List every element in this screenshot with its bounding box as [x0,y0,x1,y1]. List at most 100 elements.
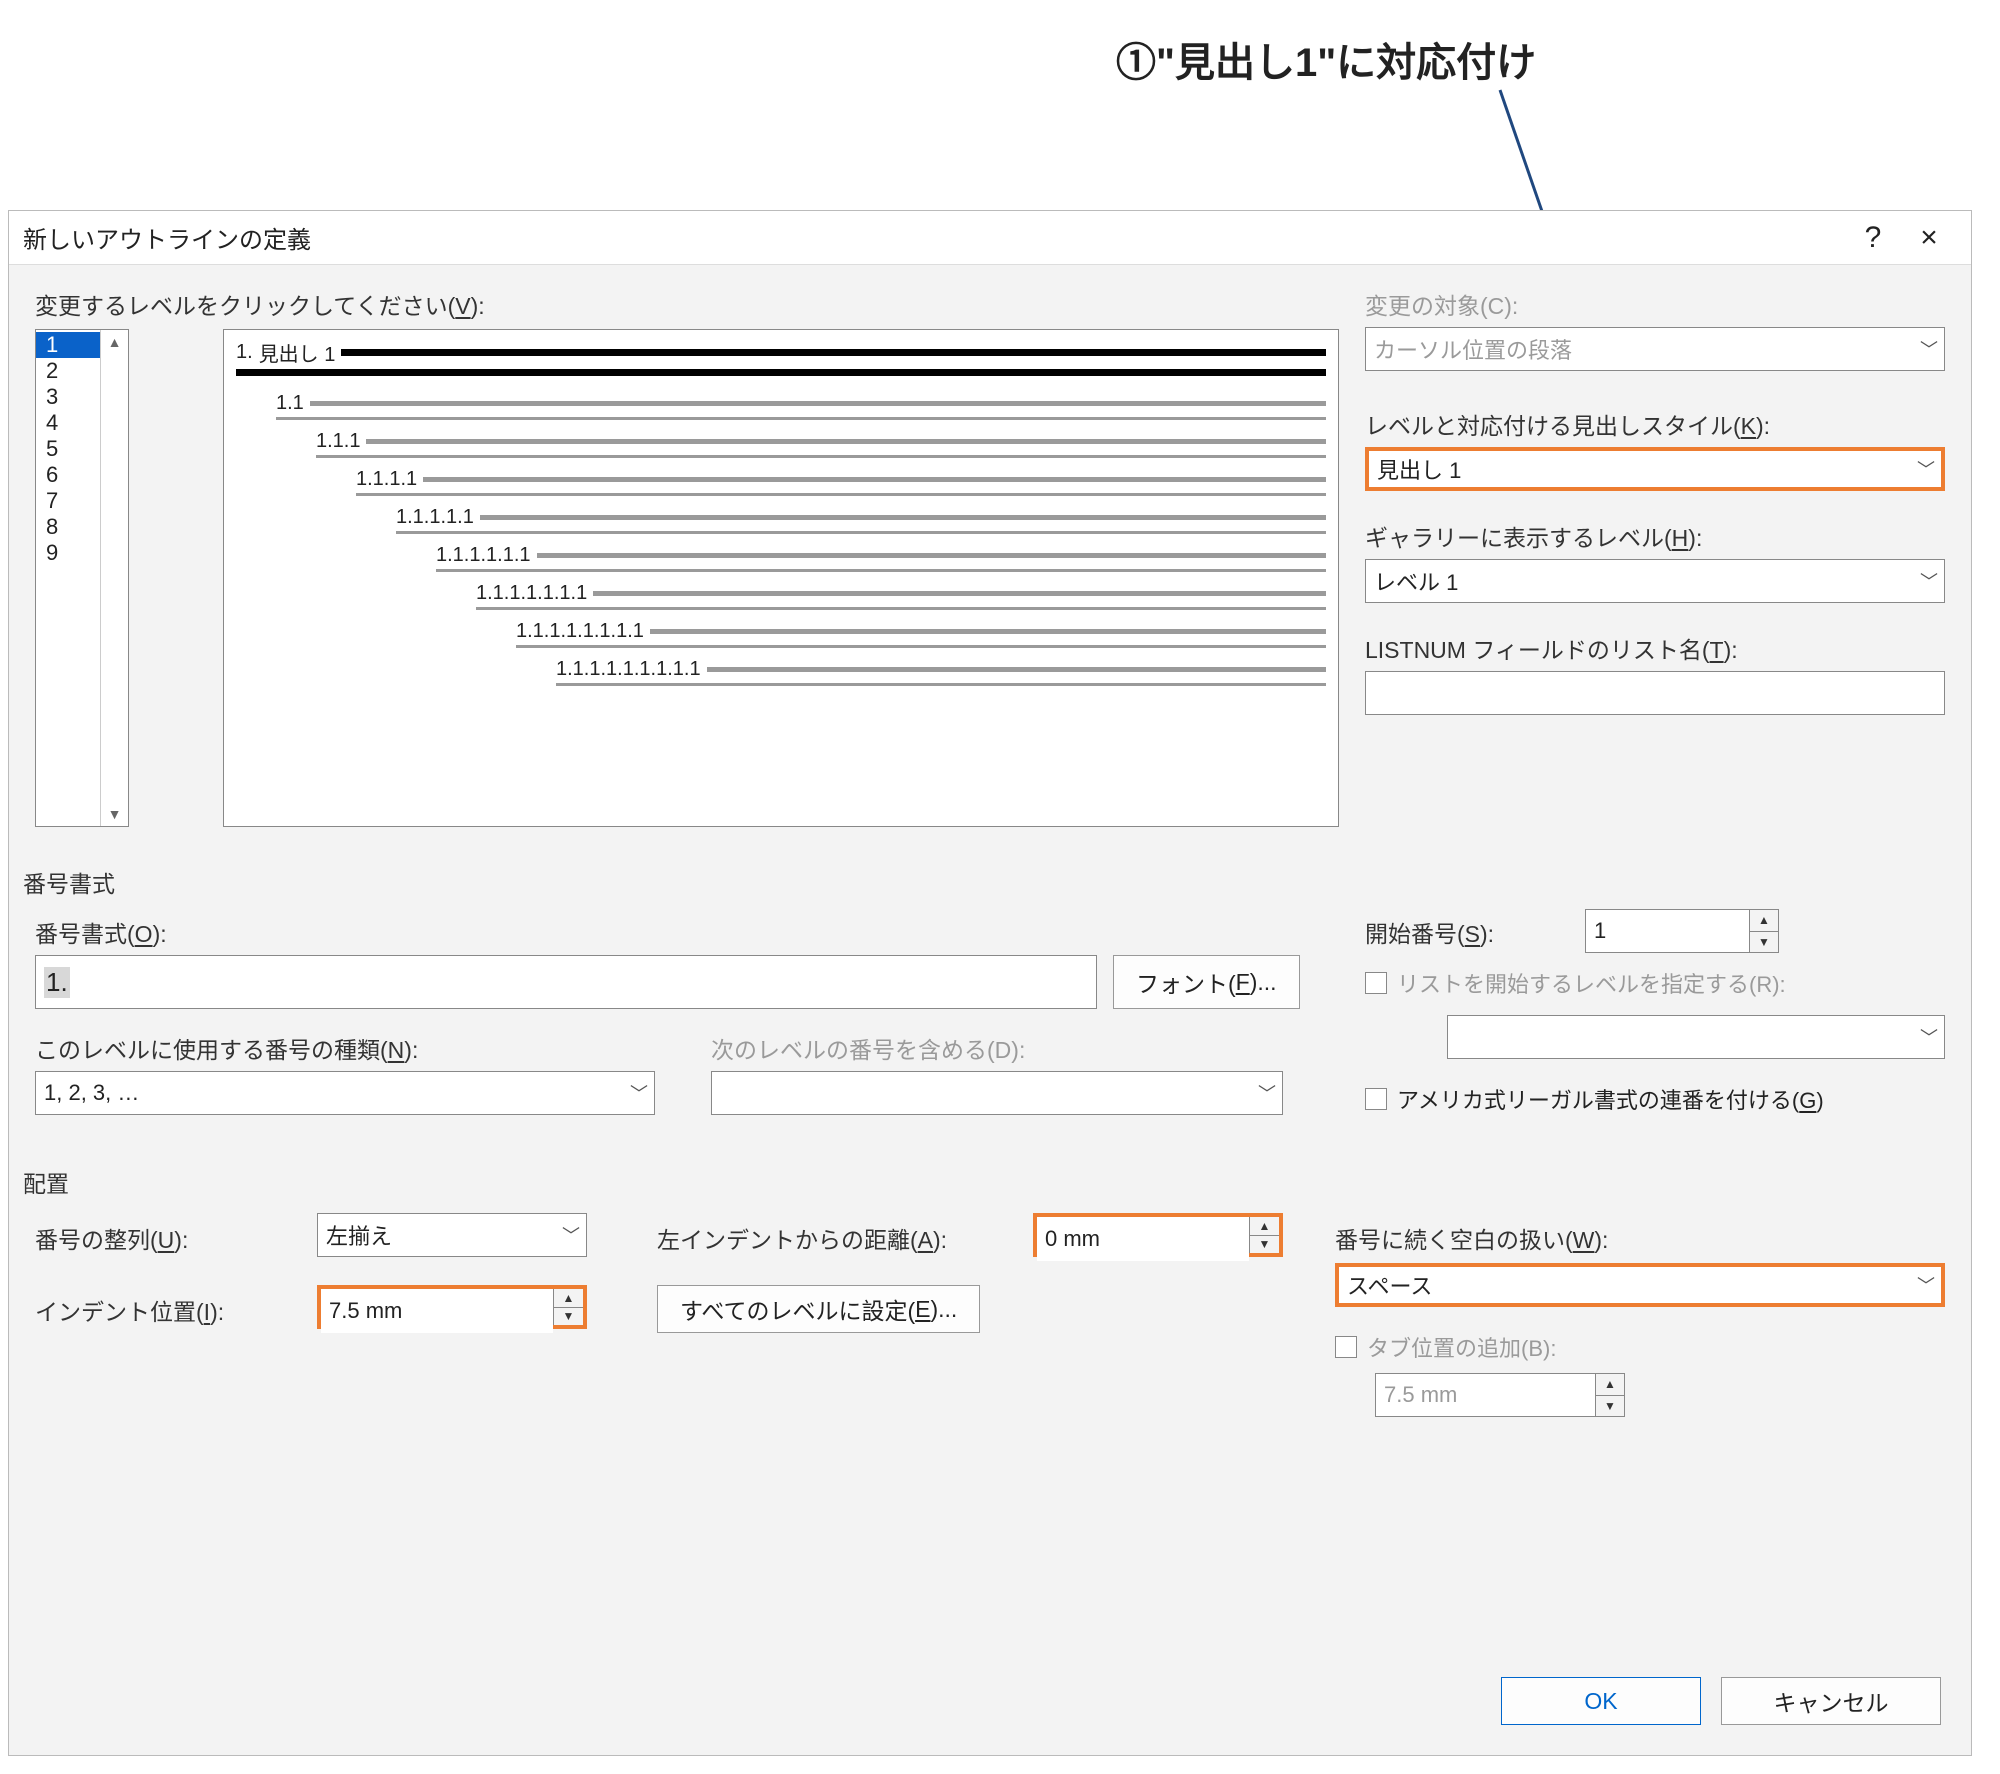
cancel-button[interactable]: キャンセル [1721,1677,1941,1725]
gallery-level-value: レベル 1 [1374,565,1458,597]
number-format-label: 番号書式(O): [35,915,167,949]
preview-line [516,645,1326,648]
indent-position-spinner[interactable]: 7.5 mm ▲▼ [317,1285,587,1329]
indent-position-value[interactable]: 7.5 mm [321,1289,553,1333]
tab-position-checkbox[interactable]: タブ位置の追加(B): [1335,1331,1556,1363]
preview-num-1: 1. [236,341,253,364]
preview-num-2: 1.1 [276,392,304,415]
chevron-down-icon: ﹀ [1917,456,1935,482]
link-style-label: レベルと対応付ける見出しスタイル(K): [1365,407,1945,441]
preview-head-1: 見出し 1 [259,338,336,367]
number-type-combo[interactable]: 1, 2, 3, … ﹀ [35,1071,655,1115]
level-item-8[interactable]: 8 [36,514,100,540]
spin-down-icon[interactable]: ▼ [1750,932,1778,953]
number-align-value: 左揃え [326,1219,392,1251]
link-style-combo[interactable]: 見出し 1 ﹀ [1365,447,1945,491]
tab-position-spinner[interactable]: 7.5 mm ▲▼ [1375,1373,1625,1417]
chevron-down-icon: ﹀ [1920,1024,1938,1050]
checkbox-box[interactable] [1365,972,1387,994]
chevron-down-icon: ﹀ [1920,336,1938,362]
font-button[interactable]: フォント(F)... [1113,955,1300,1009]
choose-level-label: 変更するレベルをクリックしてください(V): [35,287,485,321]
preview-line [396,531,1326,534]
close-button[interactable]: × [1901,218,1957,258]
number-align-label: 番号の整列(U): [35,1221,188,1255]
follow-number-value: スペース [1347,1269,1432,1301]
spin-up-icon[interactable]: ▲ [1750,910,1778,932]
link-style-value: 見出し 1 [1377,453,1461,485]
restart-level-checkbox[interactable]: リストを開始するレベルを指定する(R): [1365,967,1786,999]
preview-num-3: 1.1.1 [316,430,360,453]
preview-line [236,369,1326,376]
annotation-1: ①"見出し1"に対応付け [1116,30,1536,88]
change-target-label: 変更の対象(C): [1365,287,1945,321]
preview-line [537,553,1326,558]
level-item-3[interactable]: 3 [36,384,100,410]
level-item-7[interactable]: 7 [36,488,100,514]
preview-line [556,683,1326,686]
preview-num-4: 1.1.1.1 [356,468,417,491]
checkbox-box[interactable] [1365,1088,1387,1110]
level-item-2[interactable]: 2 [36,358,100,384]
listnum-input[interactable] [1365,671,1945,715]
follow-number-combo[interactable]: スペース ﹀ [1335,1263,1945,1307]
level-item-4[interactable]: 4 [36,410,100,436]
preview-num-7: 1.1.1.1.1.1.1 [476,582,587,605]
restart-level-combo[interactable]: ﹀ [1447,1015,1945,1059]
preview-num-6: 1.1.1.1.1.1 [436,544,531,567]
preview-line [650,629,1326,634]
number-type-label: このレベルに使用する番号の種類(N): [35,1031,418,1065]
help-button[interactable]: ? [1845,218,1901,258]
set-all-levels-button[interactable]: すべてのレベルに設定(E)... [657,1285,980,1333]
preview-line [436,569,1326,572]
start-number-value[interactable]: 1 [1585,909,1749,953]
number-align-combo[interactable]: 左揃え ﹀ [317,1213,587,1257]
scroll-down-icon[interactable]: ▼ [108,806,122,822]
scroll-up-icon[interactable]: ▲ [108,334,122,350]
spin-up-icon[interactable]: ▲ [1250,1217,1279,1236]
level-item-1[interactable]: 1 [36,332,100,358]
preview-line [476,607,1326,610]
define-new-outline-dialog: 新しいアウトラインの定義 ? × 変更するレベルをクリックしてください(V): … [8,210,1972,1756]
level-item-9[interactable]: 9 [36,540,100,566]
start-number-spinner[interactable]: 1 ▲▼ [1585,909,1779,953]
position-section: 配置 [23,1165,69,1199]
preview-line [310,401,1326,406]
dialog-content: 変更するレベルをクリックしてください(V): 1 2 3 4 5 6 7 8 9… [9,265,1971,1755]
level-scrollbar[interactable]: ▲ ▼ [100,330,128,826]
preview-line [593,591,1326,596]
preview-line [423,477,1326,482]
change-target-combo[interactable]: カーソル位置の段落 ﹀ [1365,327,1945,371]
spin-up-icon[interactable]: ▲ [1596,1374,1624,1396]
legal-numbering-checkbox[interactable]: アメリカ式リーガル書式の連番を付ける(G) [1365,1083,1824,1115]
include-level-label: 次のレベルの番号を含める(D): [711,1031,1025,1065]
gallery-level-combo[interactable]: レベル 1 ﹀ [1365,559,1945,603]
level-item-5[interactable]: 5 [36,436,100,462]
checkbox-box[interactable] [1335,1336,1357,1358]
left-indent-spinner[interactable]: 0 mm ▲▼ [1033,1213,1283,1257]
indent-position-label: インデント位置(I): [35,1293,224,1327]
spin-up-icon[interactable]: ▲ [554,1289,583,1308]
chevron-down-icon: ﹀ [630,1080,648,1106]
spin-down-icon[interactable]: ▼ [1596,1396,1624,1417]
chevron-down-icon: ﹀ [1917,1272,1935,1298]
outline-preview: 1. 見出し 1 1.1 1.1.1 1.1.1.1 [223,329,1339,827]
preview-line [707,667,1326,672]
legal-numbering-label: アメリカ式リーガル書式の連番を付ける(G) [1397,1083,1824,1115]
tab-position-value[interactable]: 7.5 mm [1375,1373,1595,1417]
include-level-combo[interactable]: ﹀ [711,1071,1283,1115]
chevron-down-icon: ﹀ [562,1222,580,1248]
preview-line [276,417,1326,420]
spin-down-icon[interactable]: ▼ [554,1308,583,1326]
number-format-input[interactable]: 1. [35,955,1097,1009]
listnum-label: LISTNUM フィールドのリスト名(T): [1365,631,1945,665]
restart-level-label: リストを開始するレベルを指定する(R): [1397,967,1786,999]
level-item-6[interactable]: 6 [36,462,100,488]
preview-line [366,439,1326,444]
level-listbox[interactable]: 1 2 3 4 5 6 7 8 9 ▲ ▼ [35,329,129,827]
preview-num-9: 1.1.1.1.1.1.1.1.1 [556,658,701,681]
left-indent-label: 左インデントからの距離(A): [657,1221,947,1255]
left-indent-value[interactable]: 0 mm [1037,1217,1249,1261]
spin-down-icon[interactable]: ▼ [1250,1236,1279,1254]
ok-button[interactable]: OK [1501,1677,1701,1725]
